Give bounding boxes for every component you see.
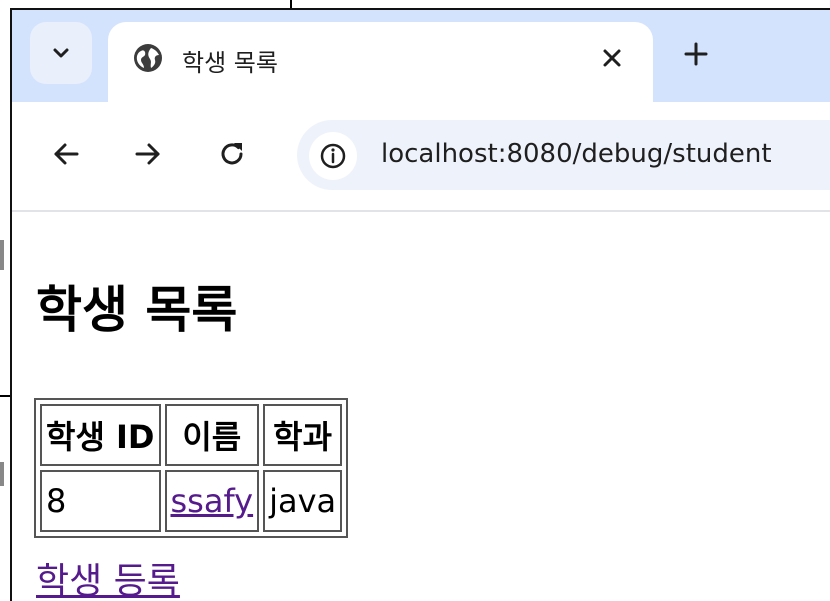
student-name-link[interactable]: ssafy: [171, 482, 254, 520]
tab-close-button[interactable]: [594, 40, 630, 76]
tab-search-button[interactable]: [30, 22, 92, 84]
background-edge-mark: [0, 462, 4, 486]
forward-button[interactable]: [126, 132, 170, 176]
table-row: 8 ssafy java: [40, 470, 343, 532]
cell-major: java: [263, 470, 343, 532]
address-bar-url[interactable]: localhost:8080/debug/student: [381, 139, 772, 169]
tab-active[interactable]: 학생 목록: [108, 22, 653, 106]
back-button[interactable]: [44, 132, 88, 176]
tab-strip: 학생 목록: [12, 10, 830, 106]
info-icon: [320, 143, 346, 169]
column-header-student-id: 학생 ID: [40, 404, 161, 466]
plus-icon: [684, 42, 708, 66]
column-header-major: 학과: [263, 404, 343, 466]
page-heading: 학생 목록: [36, 281, 238, 339]
page-content: 학생 목록 학생 ID 이름 학과 8 ssafy java 학생 등록: [12, 212, 830, 601]
background-edge-mark: [0, 240, 4, 270]
column-header-name: 이름: [164, 404, 260, 466]
tab-title: 학생 목록: [182, 49, 278, 77]
globe-icon: [134, 44, 162, 72]
cell-student-id: 8: [40, 470, 161, 532]
table-header-row: 학생 ID 이름 학과: [40, 404, 343, 466]
student-table: 학생 ID 이름 학과 8 ssafy java: [34, 398, 349, 538]
chevron-down-icon: [53, 48, 69, 58]
close-icon: [603, 49, 621, 67]
browser-toolbar: localhost:8080/debug/student: [12, 102, 830, 212]
reload-icon: [221, 143, 243, 165]
address-bar[interactable]: localhost:8080/debug/student: [297, 120, 830, 190]
cell-name: ssafy: [164, 470, 260, 532]
arrow-right-icon: [135, 143, 160, 165]
browser-window: 학생 목록 localhost:8080/debug/student 학생 목록…: [10, 8, 830, 601]
screenshot-stage: 학생 목록 localhost:8080/debug/student 학생 목록…: [0, 0, 830, 601]
site-info-button[interactable]: [309, 132, 357, 180]
arrow-left-icon: [54, 143, 79, 165]
reload-button[interactable]: [210, 132, 254, 176]
new-tab-button[interactable]: [676, 34, 716, 74]
register-student-link[interactable]: 학생 등록: [36, 552, 180, 601]
